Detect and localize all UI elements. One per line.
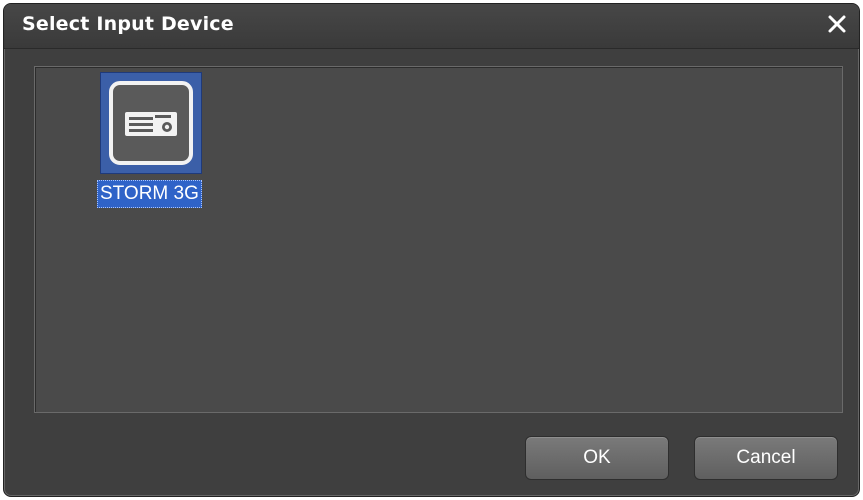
device-icon-selection-frame	[100, 72, 202, 174]
ok-button[interactable]: OK	[525, 436, 669, 480]
cancel-button[interactable]: Cancel	[694, 436, 838, 480]
select-input-device-dialog: Select Input Device STORM 3G OK Cancel	[3, 3, 860, 497]
device-list-panel[interactable]: STORM 3G	[34, 66, 843, 413]
close-button[interactable]	[823, 10, 851, 38]
close-icon	[828, 15, 846, 33]
device-item-storm-3g[interactable]: STORM 3G	[97, 69, 209, 208]
dialog-title: Select Input Device	[22, 13, 234, 35]
hardware-device-icon	[109, 81, 193, 165]
device-label: STORM 3G	[97, 180, 202, 208]
title-bar[interactable]: Select Input Device	[4, 4, 859, 49]
